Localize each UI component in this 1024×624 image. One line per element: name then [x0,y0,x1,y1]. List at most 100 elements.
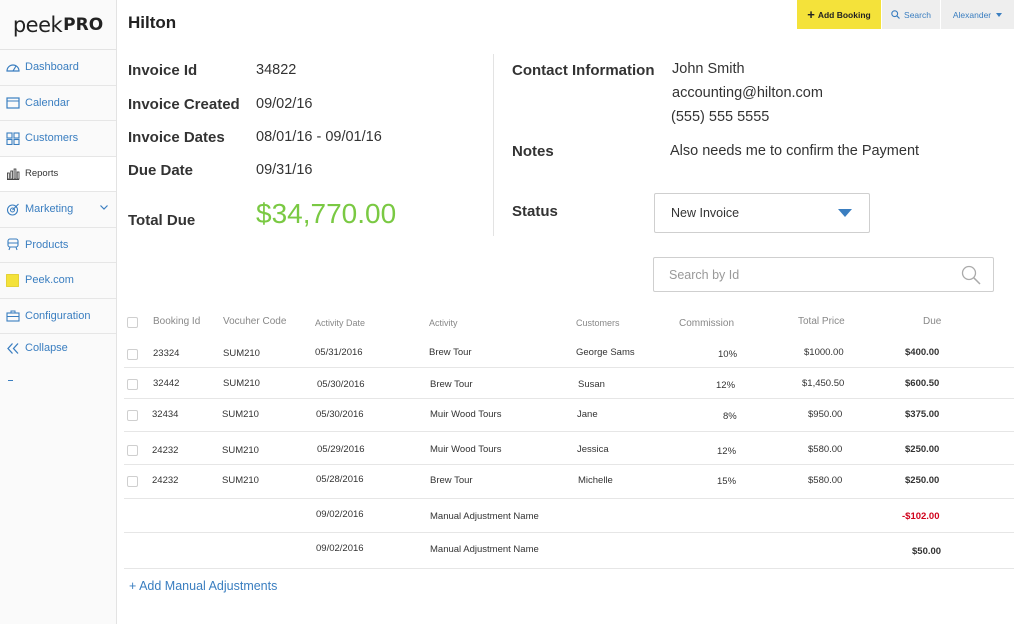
sidebar-item-label: Collapse [25,342,68,354]
cell-booking-id[interactable]: 32434 [152,409,178,420]
notes-label: Notes [512,143,554,160]
peek-com-icon [5,273,20,287]
cell-customer: Michelle [578,475,613,486]
row-divider [124,398,1014,399]
reports-icon [5,167,20,181]
sidebar-item-customers[interactable]: Customers [0,121,116,157]
cell-due: $400.00 [905,347,940,358]
peek-pro-logo[interactable]: peek PRO [0,0,116,50]
header-booking-id[interactable]: Booking Id [153,316,200,327]
magnifier-icon[interactable] [961,265,981,285]
cell-booking-id[interactable]: 32442 [153,378,179,389]
total-due-amount: $34,770.00 [256,198,397,229]
sidebar-divider [8,380,13,381]
add-booking-button[interactable]: + Add Booking [797,0,881,29]
search-button-label: Search [904,9,931,20]
search-by-id-input[interactable] [655,259,945,290]
sidebar-item-calendar[interactable]: Calendar [0,86,116,121]
dashboard-icon [5,60,20,74]
cell-booking-id[interactable]: 23324 [153,348,179,359]
header-commission[interactable]: Commission [679,318,734,329]
cell-date: 05/30/2016 [316,409,364,420]
cell-commission: 15% [717,476,737,487]
configuration-icon [5,309,20,323]
header-activity[interactable]: Activity [429,318,458,328]
sidebar-item-label: Peek.com [25,274,74,287]
header-customers[interactable]: Customers [576,318,620,328]
marketing-icon [5,202,20,216]
row-checkbox[interactable] [127,379,138,390]
sidebar-item-dashboard[interactable]: Dashboard [0,50,116,86]
header-total-price[interactable]: Total Price [798,316,845,327]
caret-down-icon [838,209,852,217]
row-checkbox[interactable] [127,349,138,360]
cell-activity: Brew Tour [430,379,473,390]
invoice-created-label: Invoice Created [128,96,240,113]
cell-total: $950.00 [808,409,843,420]
cell-due: $250.00 [905,475,940,486]
sidebar-item-label: Marketing [25,203,74,216]
row-checkbox[interactable] [127,410,138,421]
status-selected-value: New Invoice [671,206,740,220]
cell-customer: Jessica [577,444,609,455]
cell-due: $375.00 [905,409,940,420]
cell-activity: Muir Wood Tours [430,409,502,420]
plus-icon: + [807,7,815,22]
cell-booking-id[interactable]: 24232 [152,445,178,456]
collapse-icon [5,341,20,355]
row-divider [124,431,1014,432]
status-dropdown[interactable]: New Invoice [654,193,870,233]
header-activity-date[interactable]: Activity Date [315,318,365,328]
logo-peek-text: peek [12,12,63,37]
row-divider [124,568,1014,569]
top-actions: + Add Booking Search Alexander [797,0,1014,29]
header-due[interactable]: Due [923,316,941,327]
contact-phone: (555) 555 5555 [671,109,770,125]
invoice-dates-value: 08/01/16 - 09/01/16 [256,129,382,145]
sidebar-item-label: Calendar [25,96,70,109]
due-date-value: 09/31/16 [256,162,313,178]
due-date-label: Due Date [128,162,194,179]
total-due-label: Total Due [128,212,196,229]
invoice-id-value: 34822 [256,62,297,78]
sidebar-item-peek-com[interactable]: Peek.com [0,263,116,299]
sidebar-item-configuration[interactable]: Configuration [0,299,116,334]
cell-voucher: SUM210 [223,378,260,389]
products-icon [5,238,20,252]
cell-customer: Jane [577,409,598,420]
cell-voucher: SUM210 [222,445,259,456]
adjustment-due: $50.00 [912,546,942,557]
cell-date: 05/31/2016 [315,347,363,358]
row-checkbox[interactable] [127,445,138,456]
row-divider [124,532,1014,533]
invoice-created-value: 09/02/16 [256,96,313,112]
invoice-id-label: Invoice Id [128,62,198,79]
chevron-down-icon[interactable] [100,205,108,210]
sidebar-item-reports[interactable]: Reports [0,156,116,192]
sidebar-item-label: Reports [25,168,59,180]
search-button[interactable]: Search [882,0,940,29]
sidebar-item-label: Products [25,238,69,251]
cell-voucher: SUM210 [223,348,260,359]
adjustment-name[interactable]: Manual Adjustment Name [430,544,539,555]
page-title: Hilton [128,13,177,32]
add-booking-label: Add Booking [817,9,871,20]
sidebar-item-products[interactable]: Products [0,228,116,263]
sidebar-item-collapse[interactable]: Collapse [0,334,116,362]
add-manual-adjustments-link[interactable]: + Add Manual Adjustments [129,579,277,593]
sidebar-item-label: Configuration [25,309,91,322]
header-voucher-code[interactable]: Vocuher Code [223,316,286,327]
cell-booking-id[interactable]: 24232 [152,475,178,486]
customers-icon [5,131,20,145]
cell-total: $580.00 [808,444,843,455]
user-menu[interactable]: Alexander [941,0,1014,29]
sidebar: peek PRO Dashboard Calendar Customers Rep… [0,0,117,624]
adjustment-name[interactable]: Manual Adjustment Name [430,511,539,522]
cell-date: 05/28/2016 [316,474,364,485]
sidebar-item-marketing[interactable]: Marketing [0,192,116,228]
row-checkbox[interactable] [127,476,138,487]
select-all-checkbox[interactable] [127,317,138,328]
cell-voucher: SUM210 [222,475,259,486]
adjustment-date: 09/02/2016 [316,509,364,520]
cell-total: $1,450.50 [802,378,845,389]
